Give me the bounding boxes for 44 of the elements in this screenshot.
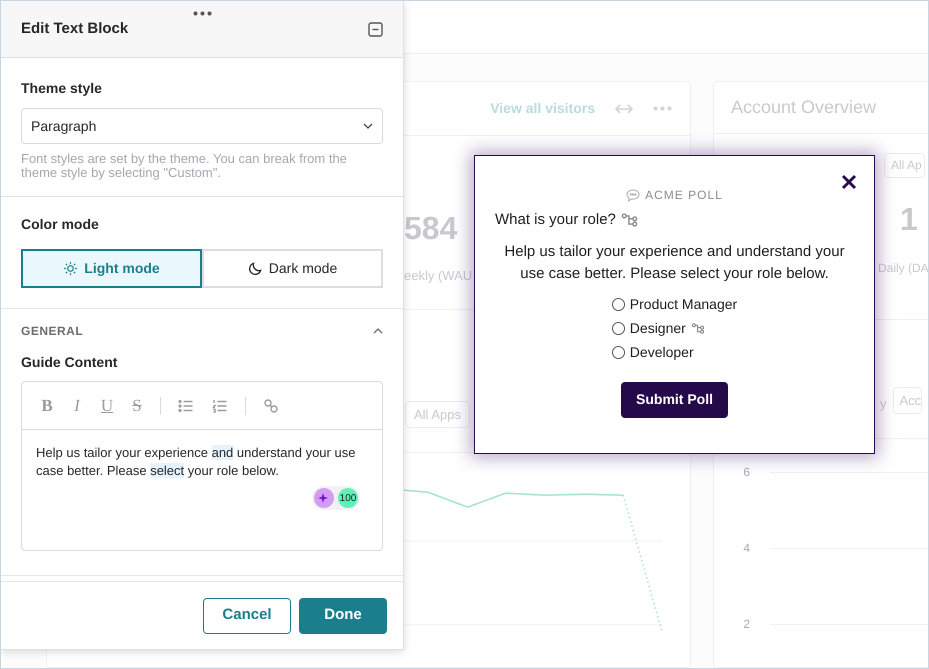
poll-brand: ACME POLL <box>645 187 723 204</box>
bold-button[interactable]: B <box>40 397 54 414</box>
editor-text: Help us tailor your experience and understand your use case better. Please select your role below. <box>36 444 356 480</box>
strikethrough-button[interactable]: S <box>130 397 144 414</box>
option-label: Product Manager <box>630 294 738 314</box>
sparkle-icon[interactable] <box>314 488 334 508</box>
moon-icon <box>248 261 263 276</box>
poll-question: What is your role? <box>495 210 616 230</box>
close-icon[interactable] <box>841 174 857 190</box>
radio-button[interactable] <box>612 346 625 358</box>
done-button[interactable]: Done <box>299 598 387 634</box>
branch-icon <box>690 322 705 334</box>
field-label: Color mode <box>21 215 100 234</box>
theme-style-dropdown[interactable]: Paragraph <box>21 108 383 144</box>
color-mode-toggle[interactable]: Dark mode <box>202 249 383 288</box>
rich-text-editor[interactable]: B I U S Help us tailor your experience and understand your use case better. Please select your role below. 100 <box>21 381 383 551</box>
radio-button[interactable] <box>612 298 625 310</box>
chevron-up-icon[interactable] <box>373 328 383 334</box>
chevron-down-icon <box>363 123 373 129</box>
axis-tick: 6 <box>742 464 750 482</box>
link-icon[interactable] <box>262 396 280 414</box>
option-label: Developer <box>630 342 694 362</box>
radio-button[interactable] <box>612 322 625 334</box>
poll-description: Help us tailor your experience and understand your use case better. Please select your role below. <box>503 242 846 284</box>
field-label: Theme style <box>21 79 103 98</box>
branch-icon <box>620 213 638 228</box>
minimize-icon[interactable] <box>368 22 383 36</box>
cancel-button[interactable]: Cancel <box>203 598 291 634</box>
submit-poll-button[interactable]: Submit Poll <box>621 382 728 418</box>
help-text: Font styles are set by the theme. You can break from the theme style by selecting "Custom". <box>21 152 348 180</box>
option-label: Designer <box>630 318 686 338</box>
italic-button[interactable]: I <box>70 397 84 414</box>
panel-title: Edit Text Block <box>21 19 128 40</box>
view-all-link[interactable]: View all visitors <box>490 98 595 120</box>
color-mode-toggle[interactable]: Light mode <box>21 249 202 288</box>
field-label: Guide Content <box>21 353 118 372</box>
score-badge: 100 <box>338 488 358 508</box>
sun-icon <box>63 261 78 276</box>
axis-tick: 4 <box>742 540 750 558</box>
section-heading: GENERAL <box>21 323 84 340</box>
axis-tick: 2 <box>742 616 750 634</box>
speech-bubble-icon <box>626 188 640 202</box>
underline-button[interactable]: U <box>100 397 114 414</box>
drag-handle-icon[interactable] <box>193 11 212 16</box>
